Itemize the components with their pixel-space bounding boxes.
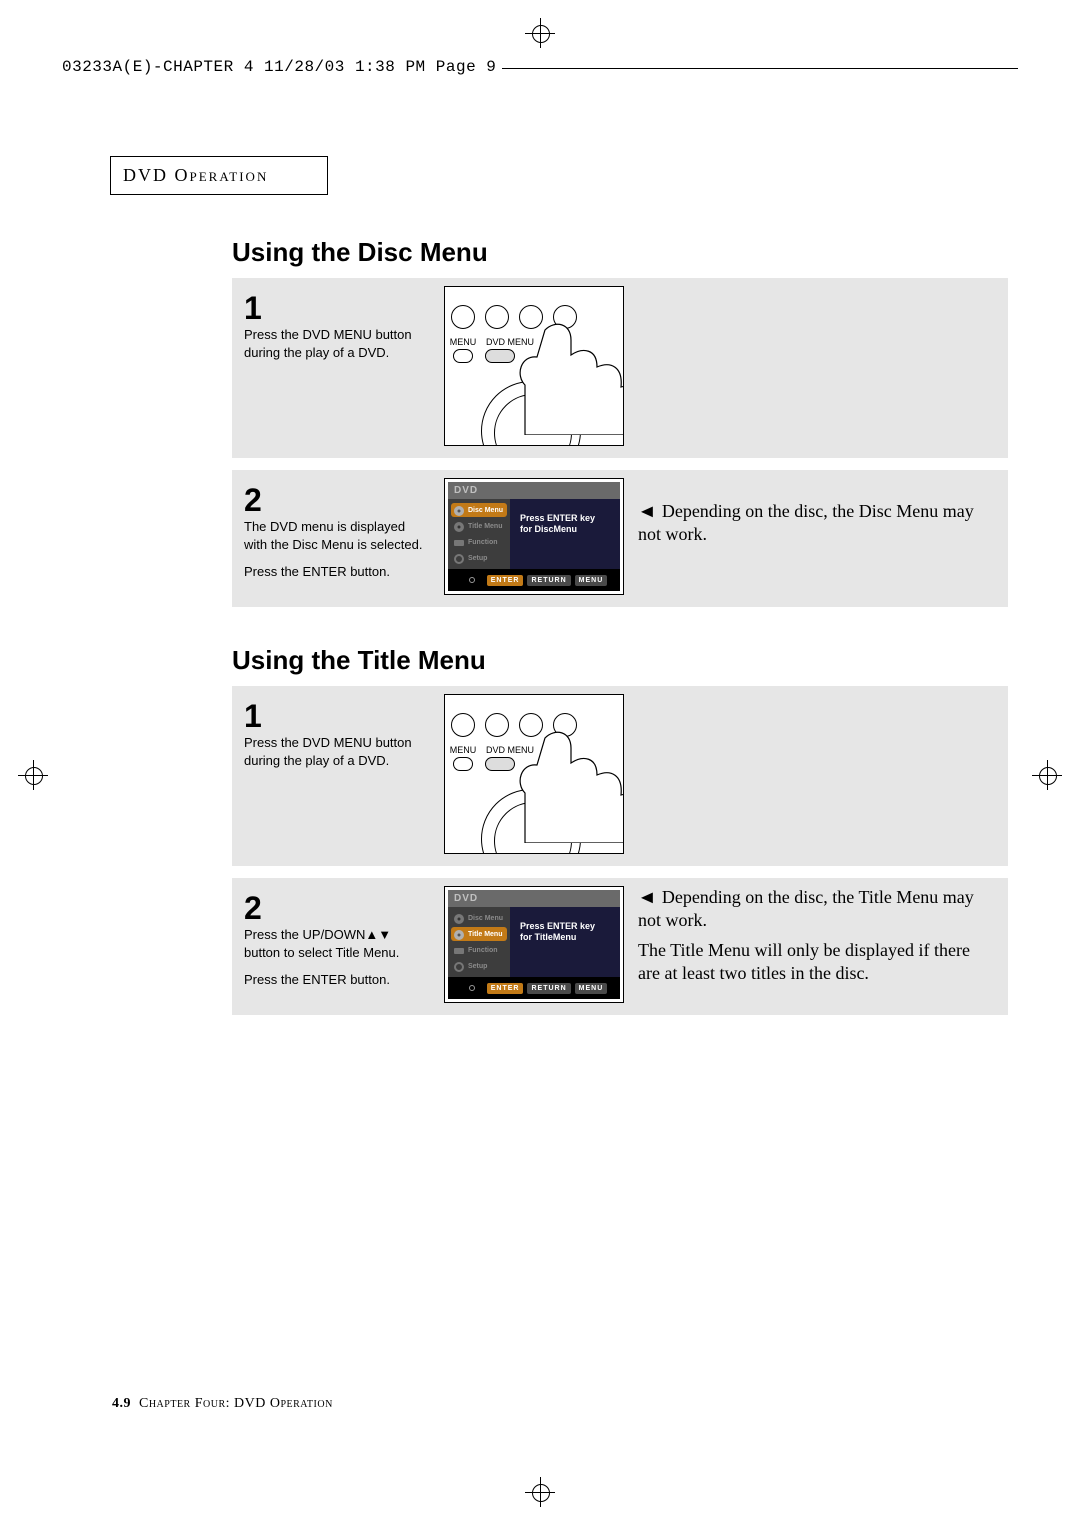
title-step1-num: 1 (244, 700, 430, 732)
chapter-tab: DVD Operation (110, 156, 328, 195)
disc-icon (453, 912, 465, 924)
menu-pill: MENU (575, 575, 608, 586)
menu-button-icon (453, 349, 473, 363)
footer-chapter-text: Chapter Four: DVD Operation (139, 1396, 333, 1411)
osd-disc: DVD Disc Menu (444, 478, 624, 595)
note-text: Depending on the disc, the Disc Menu may… (638, 501, 974, 544)
menu-label: MENU (445, 745, 481, 755)
osd-bottom-bar: ENTER RETURN MENU (448, 977, 620, 999)
osd-label: Setup (468, 963, 487, 970)
title-step2: 2 Press the UP/DOWN▲▼ button to select T… (232, 878, 1008, 1015)
hand-icon (505, 315, 624, 435)
function-icon (453, 536, 465, 548)
disc-step2-text2: Press the ENTER button. (244, 563, 430, 581)
prev-track-icon (451, 713, 475, 737)
disc-step2-note: ◄Depending on the disc, the Disc Menu ma… (638, 478, 978, 547)
page: 03233A(E)-CHAPTER 4 11/28/03 1:38 PM Pag… (62, 58, 1018, 1458)
osd-title: DVD Disc Menu (444, 886, 624, 1003)
disc-step1-num: 1 (244, 292, 430, 324)
osd-label: Disc Menu (468, 507, 503, 514)
print-header: 03233A(E)-CHAPTER 4 11/28/03 1:38 PM Pag… (62, 58, 1018, 82)
crop-mark-top (525, 18, 555, 48)
osd-row-title-menu: Title Menu (451, 519, 507, 533)
osd-left-list: Disc Menu Title Menu (448, 499, 510, 569)
menu-pill: MENU (575, 983, 608, 994)
footer-page-number: 4.9 (112, 1396, 131, 1411)
disc-icon (453, 504, 465, 516)
crop-mark-right (1032, 760, 1062, 790)
osd-label: Title Menu (468, 523, 502, 530)
title-step2-num: 2 (244, 892, 430, 924)
enter-pill: ENTER (487, 983, 524, 994)
osd-label: Disc Menu (468, 915, 503, 922)
remote-illustration: MENU DVD MENU (444, 286, 624, 446)
osd-row-title-menu: Title Menu (451, 927, 507, 941)
title-step2-text2: Press the ENTER button. (244, 971, 430, 989)
gear-icon (453, 552, 465, 564)
osd-row-setup: Setup (451, 551, 507, 565)
title-step1-text: Press the DVD MENU button during the pla… (244, 734, 430, 769)
gear-icon (453, 960, 465, 972)
arrow-left-icon: ◄ (637, 886, 657, 909)
osd-label: Setup (468, 555, 487, 562)
disc-icon (453, 928, 465, 940)
osd-row-setup: Setup (451, 959, 507, 973)
remote-illustration: MENU DVD MENU (444, 694, 624, 854)
note-text-2: The Title Menu will only be displayed if… (638, 940, 970, 983)
osd-message-l1: Press ENTER key (520, 921, 610, 932)
menu-button-icon (453, 757, 473, 771)
osd-row-function: Function (451, 535, 507, 549)
dpad-mini-icon (461, 573, 483, 587)
osd-left-list: Disc Menu Title Menu (448, 907, 510, 977)
disc-step2-text1: The DVD menu is displayed with the Disc … (244, 518, 430, 553)
disc-step1: 1 Press the DVD MENU button during the p… (232, 278, 1008, 458)
osd-row-disc-menu: Disc Menu (451, 503, 507, 517)
note-text: Depending on the disc, the Title Menu ma… (638, 887, 974, 930)
osd-message: Press ENTER key for DiscMenu (510, 499, 620, 569)
enter-pill: ENTER (487, 575, 524, 586)
osd-row-function: Function (451, 943, 507, 957)
section-title-heading: Using the Title Menu (232, 645, 1008, 676)
title-step2-note: ◄Depending on the disc, the Title Menu m… (638, 886, 978, 986)
arrow-left-icon: ◄ (637, 500, 657, 523)
disc-step2-num: 2 (244, 484, 430, 516)
osd-row-disc-menu: Disc Menu (451, 911, 507, 925)
prev-track-icon (451, 305, 475, 329)
menu-label: MENU (445, 337, 481, 347)
crop-mark-left (18, 760, 48, 790)
osd-message-l2: for TitleMenu (520, 932, 610, 943)
disc-step1-text: Press the DVD MENU button during the pla… (244, 326, 430, 361)
osd-label: Function (468, 947, 498, 954)
osd-message-l2: for DiscMenu (520, 524, 610, 535)
print-header-text: 03233A(E)-CHAPTER 4 11/28/03 1:38 PM Pag… (62, 58, 496, 76)
osd-bottom-bar: ENTER RETURN MENU (448, 569, 620, 591)
crop-mark-bottom (525, 1477, 555, 1507)
osd-label: Title Menu (468, 931, 502, 938)
title-step2-text1: Press the UP/DOWN▲▼ button to select Tit… (244, 926, 430, 961)
function-icon (453, 944, 465, 956)
disc-icon (453, 520, 465, 532)
osd-message-l1: Press ENTER key (520, 513, 610, 524)
dpad-mini-icon (461, 981, 483, 995)
osd-label: Function (468, 539, 498, 546)
return-pill: RETURN (527, 983, 570, 994)
osd-message: Press ENTER key for TitleMenu (510, 907, 620, 977)
disc-step2: 2 The DVD menu is displayed with the Dis… (232, 470, 1008, 607)
hand-icon (505, 723, 624, 843)
page-footer: 4.9 Chapter Four: DVD Operation (112, 1396, 333, 1412)
chapter-tab-text: DVD Operation (123, 165, 268, 185)
osd-top-label: DVD (448, 482, 620, 499)
section-disc-heading: Using the Disc Menu (232, 237, 1008, 268)
return-pill: RETURN (527, 575, 570, 586)
osd-top-label: DVD (448, 890, 620, 907)
title-step1: 1 Press the DVD MENU button during the p… (232, 686, 1008, 866)
